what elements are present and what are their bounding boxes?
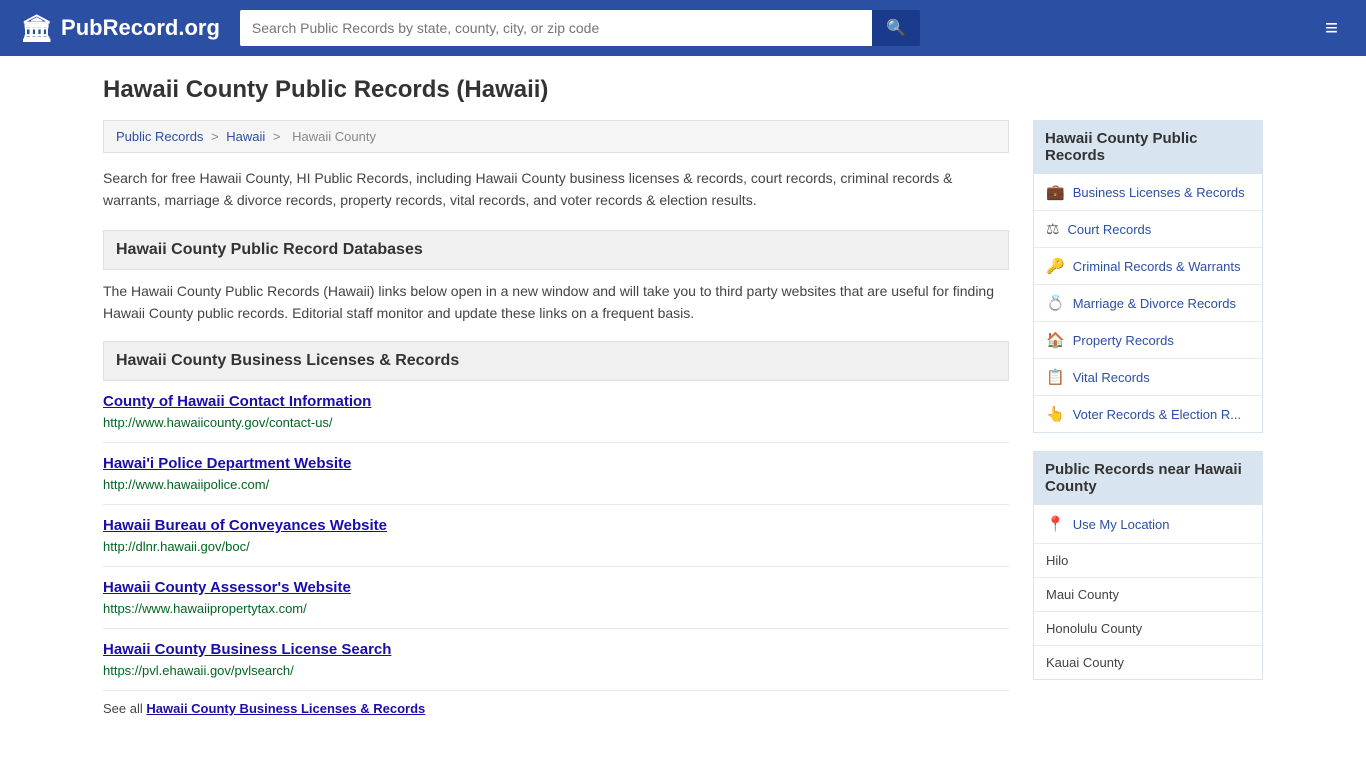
breadcrumb-hawaii[interactable]: Hawaii	[226, 129, 265, 144]
sidebar-item-criminal[interactable]: 🔑 Criminal Records & Warrants	[1034, 248, 1262, 285]
nearby-maui-label: Maui County	[1046, 587, 1119, 602]
ring-icon: 💍	[1046, 294, 1065, 312]
vote-icon: 👆	[1046, 405, 1065, 423]
nearby-honolulu-label: Honolulu County	[1046, 621, 1142, 636]
sidebar-item-court[interactable]: ⚖ Court Records	[1034, 211, 1262, 248]
record-entry: Hawaii Bureau of Conveyances Website htt…	[103, 505, 1009, 567]
logo-text: PubRecord.org	[61, 15, 220, 41]
page-title: Hawaii County Public Records (Hawaii)	[103, 76, 1263, 104]
record-url-3[interactable]: https://www.hawaiipropertytax.com/	[103, 601, 307, 616]
site-logo[interactable]: 🏛 PubRecord.org	[20, 13, 220, 44]
location-pin-icon: 📍	[1046, 515, 1065, 533]
search-area: 🔍	[240, 10, 920, 46]
record-entry: County of Hawaii Contact Information htt…	[103, 381, 1009, 443]
nearby-hilo-label: Hilo	[1046, 553, 1068, 568]
briefcase-icon: 💼	[1046, 183, 1065, 201]
sidebar-item-business[interactable]: 💼 Business Licenses & Records	[1034, 174, 1262, 211]
see-all-prefix: See all	[103, 701, 146, 716]
use-my-location-button[interactable]: 📍 Use My Location	[1034, 505, 1262, 544]
databases-section-header: Hawaii County Public Record Databases	[103, 230, 1009, 270]
see-all: See all Hawaii County Business Licenses …	[103, 691, 1009, 726]
breadcrumb-public-records[interactable]: Public Records	[116, 129, 203, 144]
sidebar-records-list: 💼 Business Licenses & Records ⚖ Court Re…	[1033, 174, 1263, 433]
record-title-4[interactable]: Hawaii County Business License Search	[103, 641, 1009, 658]
record-title-0[interactable]: County of Hawaii Contact Information	[103, 393, 1009, 410]
record-url-4[interactable]: https://pvl.ehawaii.gov/pvlsearch/	[103, 663, 294, 678]
page-wrapper: Hawaii County Public Records (Hawaii) Pu…	[83, 56, 1283, 746]
sidebar-nearby-title: Public Records near Hawaii County	[1033, 451, 1263, 505]
use-my-location-label: Use My Location	[1073, 517, 1170, 532]
business-section-header: Hawaii County Business Licenses & Record…	[103, 341, 1009, 381]
sidebar-item-label: Voter Records & Election R...	[1073, 407, 1241, 422]
breadcrumb-hawaii-county: Hawaii County	[292, 129, 376, 144]
breadcrumb-sep-1: >	[211, 129, 222, 144]
sidebar: Hawaii County Public Records 💼 Business …	[1033, 120, 1263, 726]
key-icon: 🔑	[1046, 257, 1065, 275]
nearby-maui[interactable]: Maui County	[1034, 578, 1262, 612]
clipboard-icon: 📋	[1046, 368, 1065, 386]
breadcrumb-sep-2: >	[273, 129, 284, 144]
record-title-2[interactable]: Hawaii Bureau of Conveyances Website	[103, 517, 1009, 534]
logo-icon: 🏛	[20, 13, 53, 44]
breadcrumb: Public Records > Hawaii > Hawaii County	[103, 120, 1009, 153]
nearby-kauai[interactable]: Kauai County	[1034, 646, 1262, 679]
nearby-honolulu[interactable]: Honolulu County	[1034, 612, 1262, 646]
scales-icon: ⚖	[1046, 220, 1059, 238]
databases-body-text: The Hawaii County Public Records (Hawaii…	[103, 280, 1009, 325]
record-entry: Hawaii County Business License Search ht…	[103, 629, 1009, 691]
business-entries: County of Hawaii Contact Information htt…	[103, 381, 1009, 691]
see-all-link[interactable]: Hawaii County Business Licenses & Record…	[146, 701, 425, 716]
sidebar-item-label: Criminal Records & Warrants	[1073, 259, 1241, 274]
sidebar-item-property[interactable]: 🏠 Property Records	[1034, 322, 1262, 359]
search-button[interactable]: 🔍	[872, 10, 920, 46]
record-url-1[interactable]: http://www.hawaiipolice.com/	[103, 477, 269, 492]
search-icon: 🔍	[886, 20, 906, 37]
house-icon: 🏠	[1046, 331, 1065, 349]
record-url-2[interactable]: http://dlnr.hawaii.gov/boc/	[103, 539, 250, 554]
record-entry: Hawai'i Police Department Website http:/…	[103, 443, 1009, 505]
record-url-0[interactable]: http://www.hawaiicounty.gov/contact-us/	[103, 415, 333, 430]
sidebar-item-label: Property Records	[1073, 333, 1174, 348]
record-title-3[interactable]: Hawaii County Assessor's Website	[103, 579, 1009, 596]
sidebar-item-vital[interactable]: 📋 Vital Records	[1034, 359, 1262, 396]
sidebar-nearby: 📍 Use My Location Hilo Maui County Honol…	[1033, 505, 1263, 680]
sidebar-public-records-title: Hawaii County Public Records	[1033, 120, 1263, 174]
menu-button[interactable]: ≡	[1317, 11, 1346, 45]
search-input[interactable]	[240, 10, 872, 46]
sidebar-item-label: Vital Records	[1073, 370, 1150, 385]
page-description: Search for free Hawaii County, HI Public…	[103, 167, 1009, 212]
hamburger-icon: ≡	[1325, 15, 1338, 40]
sidebar-item-voter[interactable]: 👆 Voter Records & Election R...	[1034, 396, 1262, 432]
nearby-kauai-label: Kauai County	[1046, 655, 1124, 670]
sidebar-item-marriage[interactable]: 💍 Marriage & Divorce Records	[1034, 285, 1262, 322]
record-title-1[interactable]: Hawai'i Police Department Website	[103, 455, 1009, 472]
main-content: Public Records > Hawaii > Hawaii County …	[103, 120, 1009, 726]
main-layout: Public Records > Hawaii > Hawaii County …	[103, 120, 1263, 726]
site-header: 🏛 PubRecord.org 🔍 ≡	[0, 0, 1366, 56]
sidebar-item-label: Business Licenses & Records	[1073, 185, 1245, 200]
sidebar-item-label: Marriage & Divorce Records	[1073, 296, 1236, 311]
nearby-hilo[interactable]: Hilo	[1034, 544, 1262, 578]
record-entry: Hawaii County Assessor's Website https:/…	[103, 567, 1009, 629]
sidebar-item-label: Court Records	[1067, 222, 1151, 237]
